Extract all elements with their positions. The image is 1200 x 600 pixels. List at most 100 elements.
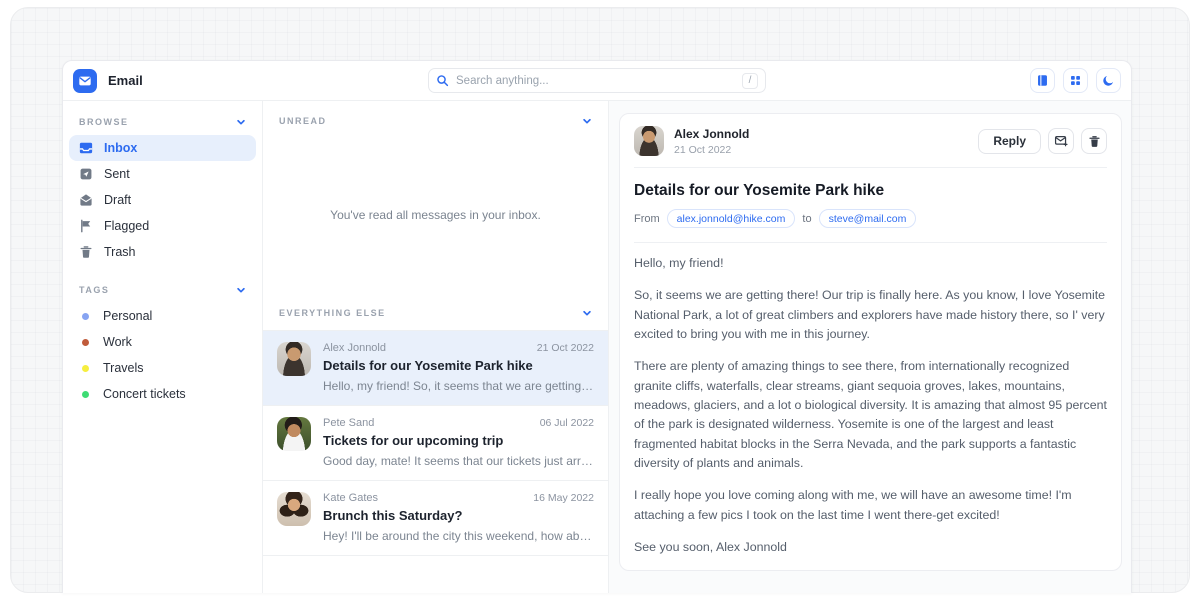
email-app-window: Email Search anything... / xyxy=(62,60,1132,593)
sidebar-tag-travels[interactable]: Travels xyxy=(69,355,256,381)
sidebar-tag-personal[interactable]: Personal xyxy=(69,303,256,329)
sidebar-tag-concert-tickets[interactable]: Concert tickets xyxy=(69,381,256,407)
email-paragraph: There are plenty of amazing things to se… xyxy=(634,357,1107,473)
reply-button[interactable]: Reply xyxy=(978,129,1041,154)
inbox-icon xyxy=(79,141,93,155)
moon-icon xyxy=(1102,74,1115,87)
header-actions xyxy=(1030,68,1121,93)
tag-label: Work xyxy=(103,335,132,349)
sidebar-item-label: Trash xyxy=(104,245,136,259)
mail-date: 16 May 2022 xyxy=(533,492,594,504)
message-detail-card: Alex Jonnold 21 Oct 2022 Reply xyxy=(619,113,1122,571)
tags-label: TAGS xyxy=(79,285,109,295)
chevron-down-icon xyxy=(582,116,592,126)
trash-icon xyxy=(1088,135,1101,148)
envelope-plus-icon xyxy=(1054,134,1068,148)
detail-sender-name: Alex Jonnold xyxy=(674,127,749,141)
browse-section-header[interactable]: BROWSE xyxy=(69,111,256,135)
sidebar-item-sent[interactable]: Sent xyxy=(69,161,256,187)
mail-preview: Hey! I'll be around the city this weeken… xyxy=(323,529,594,543)
to-email-pill[interactable]: steve@mail.com xyxy=(819,209,917,228)
list-item-email-1[interactable]: Alex Jonnold 21 Oct 2022 Details for our… xyxy=(263,331,608,406)
sidebar-item-draft[interactable]: Draft xyxy=(69,187,256,213)
detail-header: Alex Jonnold 21 Oct 2022 Reply xyxy=(634,126,1107,156)
detail-date: 21 Oct 2022 xyxy=(674,144,749,156)
dark-mode-toggle[interactable] xyxy=(1096,68,1121,93)
mail-date: 06 Jul 2022 xyxy=(540,417,594,429)
everything-else-section-header[interactable]: EVERYTHING ELSE xyxy=(263,293,608,331)
avatar xyxy=(277,342,311,376)
from-label: From xyxy=(634,213,660,225)
unread-label: UNREAD xyxy=(279,116,327,126)
search-placeholder: Search anything... xyxy=(456,75,735,87)
avatar xyxy=(277,492,311,526)
reading-list-button[interactable] xyxy=(1030,68,1055,93)
mail-item-content: Kate Gates 16 May 2022 Brunch this Satur… xyxy=(323,492,594,543)
app-body: BROWSE Inbox Sent xyxy=(63,101,1131,593)
from-email-pill[interactable]: alex.jonnold@hike.com xyxy=(667,209,796,228)
sidebar-item-inbox[interactable]: Inbox xyxy=(69,135,256,161)
sidebar-item-label: Inbox xyxy=(104,141,137,155)
mail-item-content: Alex Jonnold 21 Oct 2022 Details for our… xyxy=(323,342,594,393)
search-icon xyxy=(436,74,449,87)
mail-subject: Brunch this Saturday? xyxy=(323,508,594,523)
email-paragraph: Hello, my friend! xyxy=(634,254,1107,273)
mail-date: 21 Oct 2022 xyxy=(537,342,594,354)
message-detail-panel: Alex Jonnold 21 Oct 2022 Reply xyxy=(609,101,1131,593)
email-paragraph: So, it seems we are getting there! Our t… xyxy=(634,286,1107,344)
divider xyxy=(634,167,1107,168)
trash-icon xyxy=(79,245,93,259)
sidebar-tag-work[interactable]: Work xyxy=(69,329,256,355)
tag-label: Travels xyxy=(103,361,144,375)
search-shortcut-badge: / xyxy=(742,73,758,89)
app-header: Email Search anything... / xyxy=(63,61,1131,101)
mail-subject: Tickets for our upcoming trip xyxy=(323,433,594,448)
list-item-email-3[interactable]: Kate Gates 16 May 2022 Brunch this Satur… xyxy=(263,481,608,556)
chevron-down-icon xyxy=(236,117,246,127)
book-icon xyxy=(1036,74,1049,87)
tag-label: Concert tickets xyxy=(103,387,186,401)
sidebar-item-label: Draft xyxy=(104,193,131,207)
chevron-down-icon xyxy=(236,285,246,295)
envelope-logo-icon xyxy=(78,74,92,88)
mail-item-content: Pete Sand 06 Jul 2022 Tickets for our up… xyxy=(323,417,594,468)
flag-icon xyxy=(79,219,93,233)
grid-icon xyxy=(1069,74,1082,87)
sidebar-item-label: Flagged xyxy=(104,219,149,233)
avatar xyxy=(277,417,311,451)
email-paragraph: I really hope you love coming along with… xyxy=(634,486,1107,525)
tags-section-header[interactable]: TAGS xyxy=(69,279,256,303)
open-envelope-icon xyxy=(79,193,93,207)
mail-subject: Details for our Yosemite Park hike xyxy=(323,358,594,373)
send-icon xyxy=(79,167,93,181)
app-logo xyxy=(73,69,97,93)
tag-dot-personal xyxy=(82,313,89,320)
sidebar-item-flagged[interactable]: Flagged xyxy=(69,213,256,239)
app-title: Email xyxy=(108,73,143,88)
forward-email-button[interactable] xyxy=(1048,128,1074,154)
list-item-email-2[interactable]: Pete Sand 06 Jul 2022 Tickets for our up… xyxy=(263,406,608,481)
browse-label: BROWSE xyxy=(79,117,129,127)
mail-preview: Hello, my friend! So, it seems that we a… xyxy=(323,379,594,393)
email-body: Hello, my friend! So, it seems we are ge… xyxy=(634,254,1107,557)
divider xyxy=(634,242,1107,243)
email-signoff: See you soon, Alex Jonnold xyxy=(634,538,1107,557)
tag-dot-travels xyxy=(82,365,89,372)
tag-dot-work xyxy=(82,339,89,346)
mail-sender: Pete Sand xyxy=(323,417,374,429)
search-input[interactable]: Search anything... / xyxy=(428,68,766,93)
everything-else-label: EVERYTHING ELSE xyxy=(279,308,386,318)
delete-email-button[interactable] xyxy=(1081,128,1107,154)
unread-section-header[interactable]: UNREAD xyxy=(263,101,608,136)
tag-label: Personal xyxy=(103,309,152,323)
from-to-row: From alex.jonnold@hike.com to steve@mail… xyxy=(634,209,1107,228)
mail-preview: Good day, mate! It seems that our ticket… xyxy=(323,454,594,468)
chevron-down-icon xyxy=(582,308,592,318)
sidebar-item-label: Sent xyxy=(104,167,130,181)
detail-actions: Reply xyxy=(978,128,1107,154)
sidebar-item-trash[interactable]: Trash xyxy=(69,239,256,265)
tag-dot-concert-tickets xyxy=(82,391,89,398)
sidebar: BROWSE Inbox Sent xyxy=(63,101,263,593)
divider xyxy=(634,570,1107,571)
apps-grid-button[interactable] xyxy=(1063,68,1088,93)
